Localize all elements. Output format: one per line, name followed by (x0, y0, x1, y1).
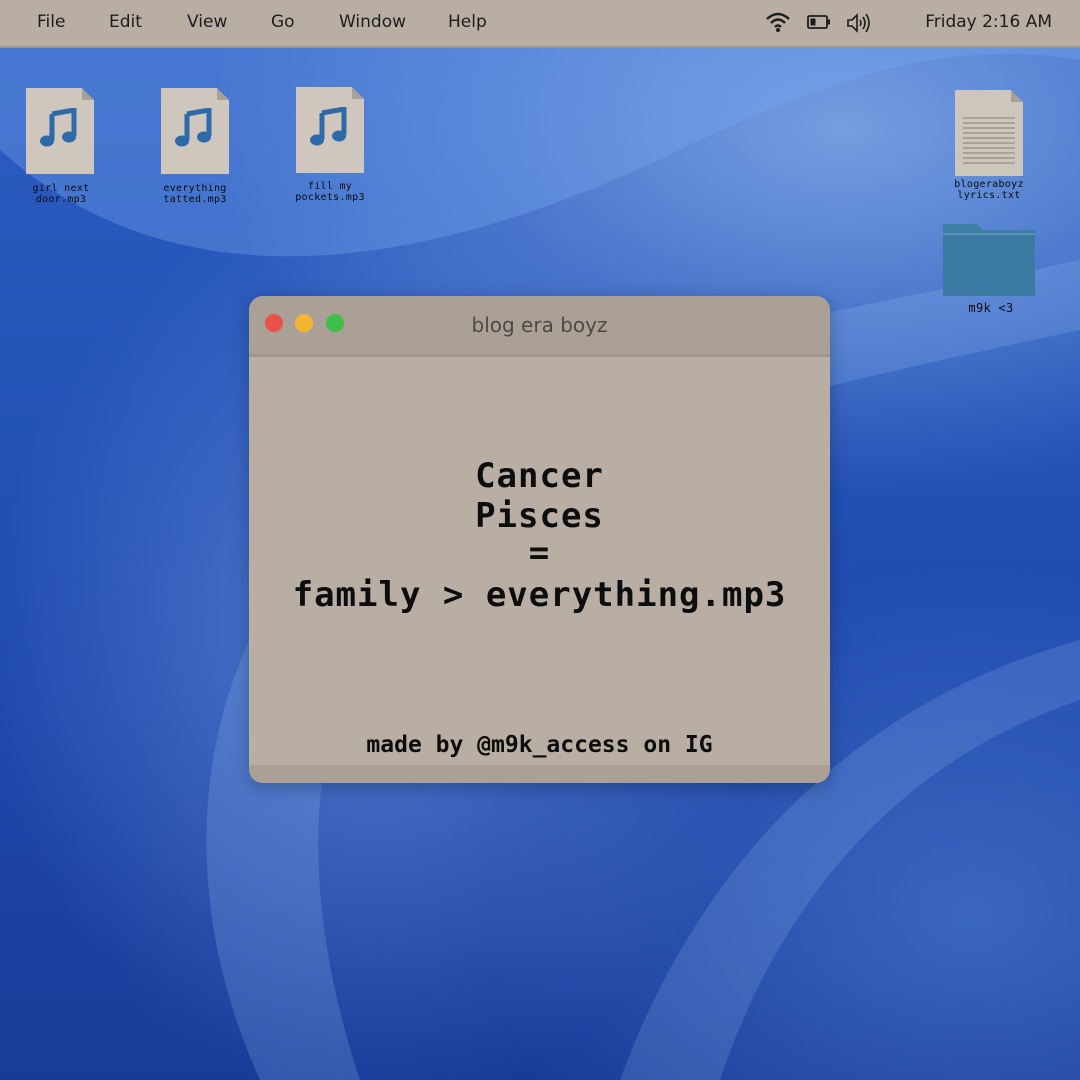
desktop-folder-label: m9k <3 (968, 301, 1014, 315)
label-line: lyrics.txt (957, 190, 1021, 201)
window-titlebar[interactable]: blog era boyz (249, 296, 830, 357)
menu-help[interactable]: Help (448, 12, 487, 32)
music-note-icon (310, 107, 347, 146)
window-content: Cancer Pisces = family > everything.mp3 (249, 357, 830, 763)
volume-icon[interactable] (846, 12, 872, 39)
music-note-icon (40, 108, 77, 147)
label-line: pockets.mp3 (295, 192, 365, 203)
window-title: blog era boyz (471, 313, 608, 337)
desktop-file-fill-my-pockets[interactable] (296, 87, 364, 173)
desktop-file-label: fill my pockets.mp3 (275, 181, 385, 203)
menu-edit[interactable]: Edit (109, 12, 142, 32)
text-line-equals: = (528, 533, 551, 573)
text-line-pisces: Pisces (475, 496, 604, 536)
menu-bar: File Edit View Go Window Help Friday 2:1… (0, 0, 1080, 48)
text-line-family: family > everything.mp3 (292, 575, 787, 615)
wifi-icon[interactable] (765, 11, 791, 38)
label-line: blogeraboyz (954, 179, 1024, 190)
label-line: tatted.mp3 (163, 194, 227, 205)
label-line: fill my (307, 181, 353, 192)
menu-window[interactable]: Window (339, 12, 406, 32)
label-line: everything (163, 183, 227, 194)
music-note-icon (175, 108, 212, 147)
label-line: girl next (32, 183, 90, 194)
folder-icon (943, 224, 1035, 296)
menu-clock[interactable]: Friday 2:16 AM (925, 12, 1052, 32)
credit-text: made by @m9k_access on IG (366, 732, 713, 758)
menu-view[interactable]: View (187, 12, 227, 32)
desktop-file-label: girl next door.mp3 (6, 183, 116, 205)
desktop-file-lyrics-txt[interactable] (955, 90, 1023, 176)
desktop-folder-m9k[interactable] (943, 218, 1035, 296)
desktop-file-everything-tatted[interactable] (161, 88, 229, 174)
app-window: blog era boyz Cancer Pisces = family > e… (249, 296, 830, 783)
battery-icon[interactable] (807, 15, 831, 34)
window-footer (249, 765, 830, 783)
menu-go[interactable]: Go (271, 12, 295, 32)
desktop-file-label: everything tatted.mp3 (140, 183, 250, 205)
text-line-cancer: Cancer (475, 456, 604, 496)
label-line: door.mp3 (35, 194, 87, 205)
menu-file[interactable]: File (37, 12, 65, 32)
desktop-file-label: blogeraboyz lyrics.txt (934, 179, 1044, 201)
text-lines-icon (963, 117, 1015, 164)
desktop-file-girl-next-door[interactable] (26, 88, 94, 174)
